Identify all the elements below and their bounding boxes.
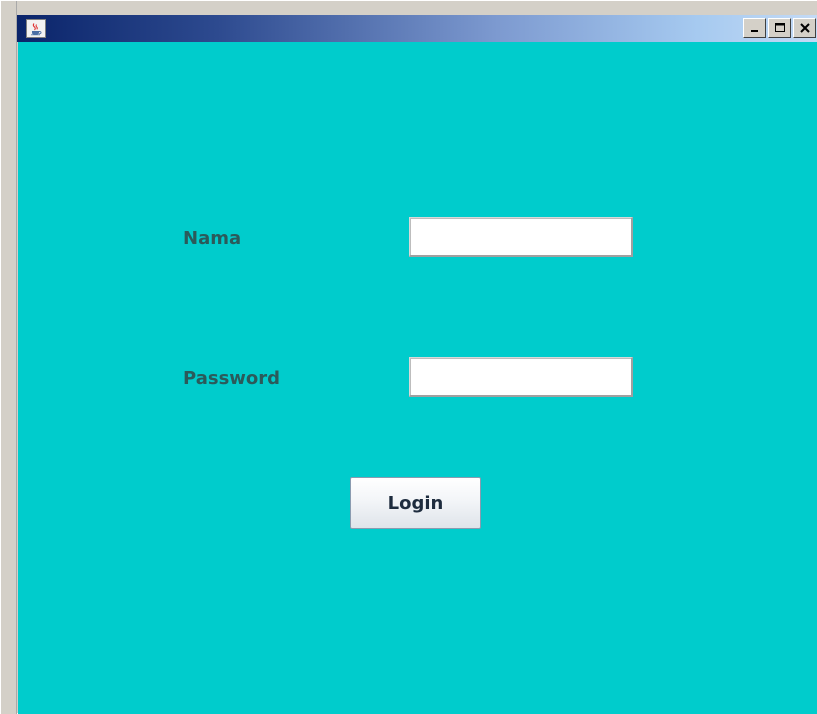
close-icon: [799, 23, 810, 33]
window-frame-left: [1, 1, 17, 714]
close-button[interactable]: [793, 18, 816, 38]
nama-input[interactable]: [410, 218, 631, 255]
nama-label: Nama: [183, 228, 242, 249]
title-bar[interactable]: [17, 15, 817, 42]
nama-field-box[interactable]: [409, 217, 633, 257]
maximize-icon: [774, 23, 785, 32]
minimize-icon: [750, 30, 758, 32]
minimize-button[interactable]: [743, 18, 766, 38]
login-button[interactable]: Login: [350, 477, 481, 529]
password-field-box[interactable]: [409, 357, 633, 397]
password-input[interactable]: [410, 358, 631, 395]
app-window: Nama Password Login: [0, 0, 817, 714]
password-label: Password: [183, 368, 281, 389]
window-controls: [741, 18, 816, 38]
java-coffee-icon[interactable]: [26, 19, 46, 38]
login-panel: Nama Password Login: [18, 42, 817, 714]
maximize-button[interactable]: [768, 18, 791, 38]
